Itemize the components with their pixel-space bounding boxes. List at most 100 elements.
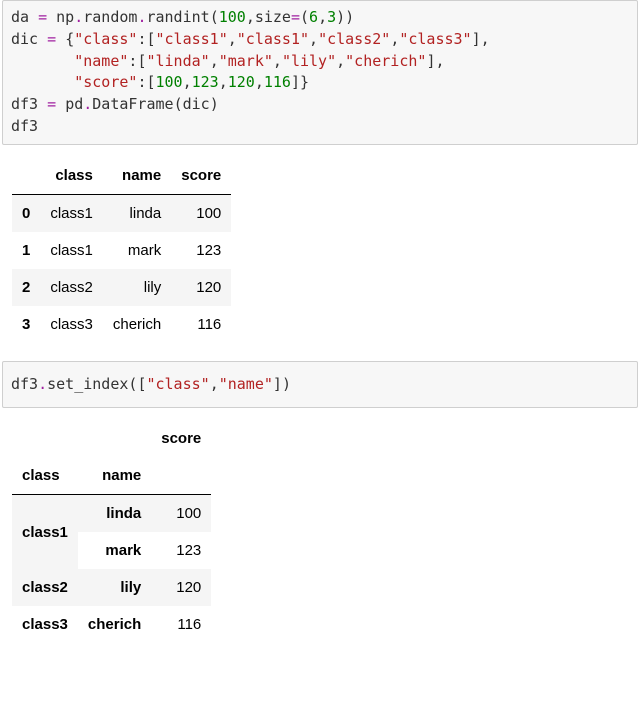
code-token: =: [38, 30, 65, 48]
code-token: .: [83, 95, 92, 113]
code-token: randint: [146, 8, 209, 26]
code-token: =: [291, 8, 300, 26]
code-token: "name": [219, 375, 273, 393]
code-token: ]: [291, 73, 300, 91]
row-index: 1: [12, 232, 40, 269]
index-level0: class2: [12, 569, 78, 606]
row-index: 3: [12, 306, 40, 343]
table-row: 1 class1 mark 123: [12, 232, 231, 269]
table-row: class3 cherich 116: [12, 606, 211, 643]
code-token: ): [336, 8, 345, 26]
code-token: DataFrame: [92, 95, 173, 113]
code-token: ,: [309, 30, 318, 48]
code-token: (: [210, 8, 219, 26]
output-dataframe-2: score class name class1 linda 100 mark 1…: [0, 420, 640, 661]
code-token: "name": [74, 52, 128, 70]
code-cell-1: da = np.random.randint(100,size=(6,3)) d…: [2, 0, 638, 145]
index-level1: linda: [78, 495, 151, 533]
cell-score: 120: [171, 269, 231, 306]
table-header-score: score: [171, 157, 231, 195]
code-token: pd: [65, 95, 83, 113]
table-header-class: class: [40, 157, 103, 195]
dataframe-table: class name score 0 class1 linda 100 1 cl…: [12, 157, 231, 343]
code-token: 123: [192, 73, 219, 91]
cell-name: mark: [103, 232, 171, 269]
code-token: ,: [318, 8, 327, 26]
code-token: ,: [255, 73, 264, 91]
code-token: [11, 73, 74, 91]
cell-score: 123: [151, 532, 211, 569]
table-header-blank: [78, 420, 151, 457]
code-token: ,: [219, 73, 228, 91]
table-header-score: score: [151, 420, 211, 457]
code-token: "lily": [282, 52, 336, 70]
code-token: df3: [11, 117, 38, 135]
code-token: df3: [11, 95, 38, 113]
code-token: {: [65, 30, 74, 48]
code-token: [: [146, 30, 155, 48]
cell-class: class3: [40, 306, 103, 343]
cell-name: lily: [103, 269, 171, 306]
code-token: "class": [146, 375, 209, 393]
index-level0: class1: [12, 495, 78, 570]
code-token: ): [210, 95, 219, 113]
dataframe-multiindex-table: score class name class1 linda 100 mark 1…: [12, 420, 211, 643]
row-index: 0: [12, 194, 40, 232]
index-level1: lily: [78, 569, 151, 606]
code-token: dic: [183, 95, 210, 113]
code-token: [: [146, 73, 155, 91]
code-token: 116: [264, 73, 291, 91]
code-token: ,: [273, 52, 282, 70]
table-row: class2 lily 120: [12, 569, 211, 606]
code-token: [11, 52, 74, 70]
code-token: ]: [472, 30, 481, 48]
code-token: =: [38, 95, 65, 113]
index-level1: mark: [78, 532, 151, 569]
code-token: ,: [210, 52, 219, 70]
code-token: size: [255, 8, 291, 26]
table-header-index: [12, 157, 40, 195]
code-token: .: [38, 375, 47, 393]
cell-score: 120: [151, 569, 211, 606]
table-row: class1 linda 100: [12, 495, 211, 533]
code-token: "class": [74, 30, 137, 48]
code-token: .: [74, 8, 83, 26]
code-token: (: [300, 8, 309, 26]
code-token: np: [56, 8, 74, 26]
code-token: ]: [273, 375, 282, 393]
output-dataframe-1: class name score 0 class1 linda 100 1 cl…: [0, 157, 640, 361]
code-token: "cherich": [345, 52, 426, 70]
code-token: }: [300, 73, 309, 91]
code-token: ,: [183, 73, 192, 91]
index-level1: cherich: [78, 606, 151, 643]
code-token: 6: [309, 8, 318, 26]
cell-score: 116: [171, 306, 231, 343]
table-header-blank: [12, 420, 78, 457]
code-token: =: [29, 8, 56, 26]
table-row: 0 class1 linda 100: [12, 194, 231, 232]
code-token: ,: [210, 375, 219, 393]
code-token: "class1": [156, 30, 228, 48]
code-token: "class1": [237, 30, 309, 48]
cell-score: 100: [151, 495, 211, 533]
cell-score: 100: [171, 194, 231, 232]
code-token: ): [345, 8, 354, 26]
code-token: 120: [228, 73, 255, 91]
code-cell-2: df3.set_index(["class","name"]): [2, 361, 638, 409]
index-name-name: name: [78, 457, 151, 495]
code-token: 3: [327, 8, 336, 26]
code-token: ,: [390, 30, 399, 48]
code-token: set_index: [47, 375, 128, 393]
code-token: ,: [435, 52, 444, 70]
table-header-name: name: [103, 157, 171, 195]
table-row: 3 class3 cherich 116: [12, 306, 231, 343]
code-token: ,: [228, 30, 237, 48]
cell-score: 123: [171, 232, 231, 269]
code-token: ,: [481, 30, 490, 48]
code-token: random: [83, 8, 137, 26]
code-token: ,: [246, 8, 255, 26]
cell-name: cherich: [103, 306, 171, 343]
code-token: "class2": [318, 30, 390, 48]
code-token: "mark": [219, 52, 273, 70]
cell-class: class1: [40, 194, 103, 232]
